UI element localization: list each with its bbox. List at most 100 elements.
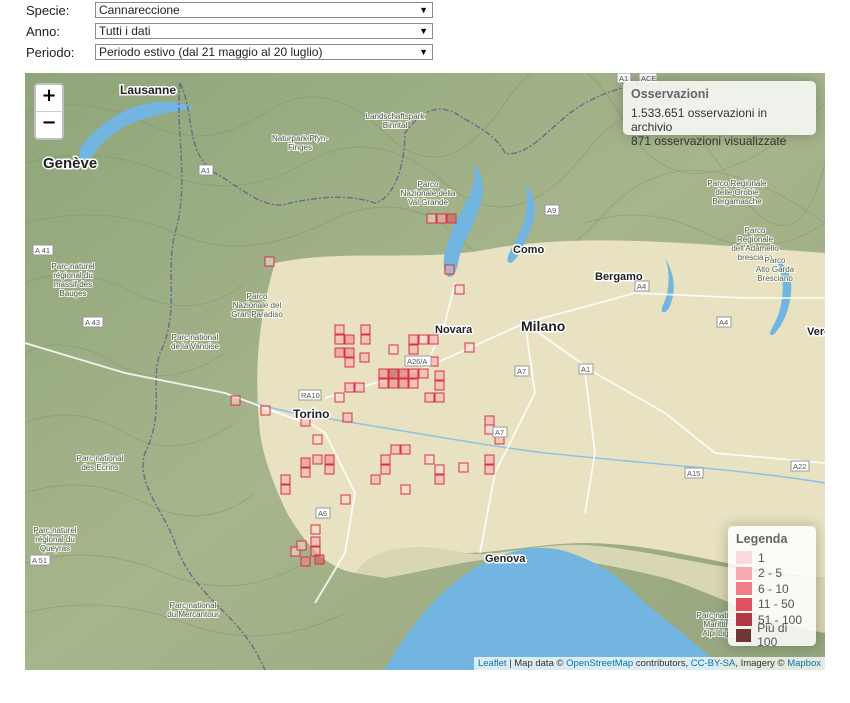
observation-cell[interactable]	[408, 378, 419, 389]
observation-cell[interactable]	[434, 474, 445, 485]
period-select-value: Periodo estivo (dal 21 maggio al 20 lugl…	[99, 45, 323, 59]
species-label: Specie:	[26, 2, 70, 18]
period-label: Periodo:	[26, 44, 75, 60]
observation-cell[interactable]	[310, 536, 321, 547]
leaflet-link[interactable]: Leaflet	[478, 658, 507, 669]
observation-cell[interactable]	[380, 464, 391, 475]
observation-cell[interactable]	[424, 392, 435, 403]
observation-cell[interactable]	[334, 334, 345, 345]
observation-cell[interactable]	[434, 392, 445, 403]
observation-cell[interactable]	[310, 524, 321, 535]
observation-cell[interactable]	[428, 356, 439, 367]
observation-cell[interactable]	[408, 368, 419, 379]
observation-cell[interactable]	[484, 464, 495, 475]
year-select[interactable]: Tutti i dati ▼	[95, 23, 433, 39]
observation-cell[interactable]	[344, 357, 355, 368]
legend-label: Più di 100	[757, 621, 788, 650]
observation-cell[interactable]	[390, 444, 401, 455]
observation-cell[interactable]	[370, 474, 381, 485]
zoom-control: + −	[34, 83, 64, 140]
zoom-in-button[interactable]: +	[36, 85, 62, 112]
observation-cell[interactable]	[418, 368, 429, 379]
observation-cell[interactable]	[484, 415, 495, 426]
observation-cell[interactable]	[264, 256, 275, 267]
observation-cell[interactable]	[260, 405, 271, 416]
observation-cell[interactable]	[230, 395, 241, 406]
observation-cell[interactable]	[334, 347, 345, 358]
observation-cell[interactable]	[434, 370, 445, 381]
observation-cell[interactable]	[484, 454, 495, 465]
observation-cell[interactable]	[434, 464, 445, 475]
observation-cell[interactable]	[434, 380, 445, 391]
map-base-layer	[25, 73, 825, 670]
year-select-value: Tutti i dati	[99, 24, 151, 38]
observation-cell[interactable]	[324, 454, 335, 465]
observation-cell[interactable]	[314, 554, 325, 565]
observation-cell[interactable]	[408, 334, 419, 345]
species-select[interactable]: Cannareccione ▼	[95, 2, 433, 18]
observation-cell[interactable]	[446, 213, 457, 224]
legend-label: 11 - 50	[758, 597, 795, 612]
legend-title: Legenda	[736, 532, 788, 546]
observation-cell[interactable]	[280, 474, 291, 485]
observation-cell[interactable]	[380, 454, 391, 465]
observation-cell[interactable]	[300, 416, 311, 427]
observation-cell[interactable]	[300, 467, 311, 478]
attribution-text: | Map data ©	[506, 658, 567, 669]
observation-cell[interactable]	[436, 213, 447, 224]
ccbysa-link[interactable]: CC-BY-SA	[691, 658, 736, 669]
observation-cell[interactable]	[464, 342, 475, 353]
observation-cell[interactable]	[418, 356, 429, 367]
observation-cell[interactable]	[484, 424, 495, 435]
observation-cell[interactable]	[342, 412, 353, 423]
observations-archive: 1.533.651 osservazioni in archivio	[631, 106, 768, 134]
species-select-value: Cannareccione	[99, 3, 180, 17]
observation-cell[interactable]	[354, 382, 365, 393]
observation-cell[interactable]	[378, 368, 389, 379]
observation-cell[interactable]	[312, 454, 323, 465]
observation-cell[interactable]	[360, 334, 371, 345]
observation-cell[interactable]	[458, 462, 469, 473]
observation-cell[interactable]	[388, 344, 399, 355]
observation-cell[interactable]	[400, 444, 411, 455]
mapbox-link[interactable]: Mapbox	[787, 658, 821, 669]
observation-cell[interactable]	[280, 484, 291, 495]
observation-cell[interactable]	[360, 324, 371, 335]
year-filter: Anno: Tutti i dati ▼	[26, 23, 433, 39]
observation-cell[interactable]	[424, 454, 435, 465]
legend-item: 6 - 10	[736, 581, 808, 597]
observation-cell[interactable]	[334, 392, 345, 403]
observation-cell[interactable]	[426, 213, 437, 224]
observation-cell[interactable]	[418, 334, 429, 345]
legend-swatch	[736, 597, 752, 611]
observation-cell[interactable]	[324, 464, 335, 475]
observation-cell[interactable]	[378, 378, 389, 389]
observation-cell[interactable]	[444, 264, 455, 275]
observation-cell[interactable]	[340, 494, 351, 505]
observation-cell[interactable]	[300, 556, 311, 567]
observation-cell[interactable]	[359, 352, 370, 363]
observation-cell[interactable]	[296, 540, 307, 551]
observations-title: Osservazioni	[631, 87, 709, 101]
observation-cell[interactable]	[454, 284, 465, 295]
observation-cell[interactable]	[400, 484, 411, 495]
observation-cell[interactable]	[344, 334, 355, 345]
observation-cell[interactable]	[398, 368, 409, 379]
observation-cell[interactable]	[408, 344, 419, 355]
observation-cell[interactable]	[388, 378, 399, 389]
observation-cell[interactable]	[334, 324, 345, 335]
observation-cell[interactable]	[494, 434, 505, 445]
legend-item: 11 - 50	[736, 597, 808, 613]
map-view[interactable]: Lausanne Genève Como Bergamo Novara Mila…	[25, 73, 825, 670]
observation-cell[interactable]	[344, 382, 355, 393]
period-select[interactable]: Periodo estivo (dal 21 maggio al 20 lugl…	[95, 44, 433, 60]
observation-cell[interactable]	[312, 434, 323, 445]
observation-cell[interactable]	[398, 378, 409, 389]
osm-link[interactable]: OpenStreetMap	[566, 658, 633, 669]
observation-cell[interactable]	[388, 368, 399, 379]
observation-cell[interactable]	[408, 356, 419, 367]
observation-cell[interactable]	[300, 457, 311, 468]
observation-cell[interactable]	[344, 347, 355, 358]
zoom-out-button[interactable]: −	[36, 112, 62, 138]
observation-cell[interactable]	[428, 334, 439, 345]
